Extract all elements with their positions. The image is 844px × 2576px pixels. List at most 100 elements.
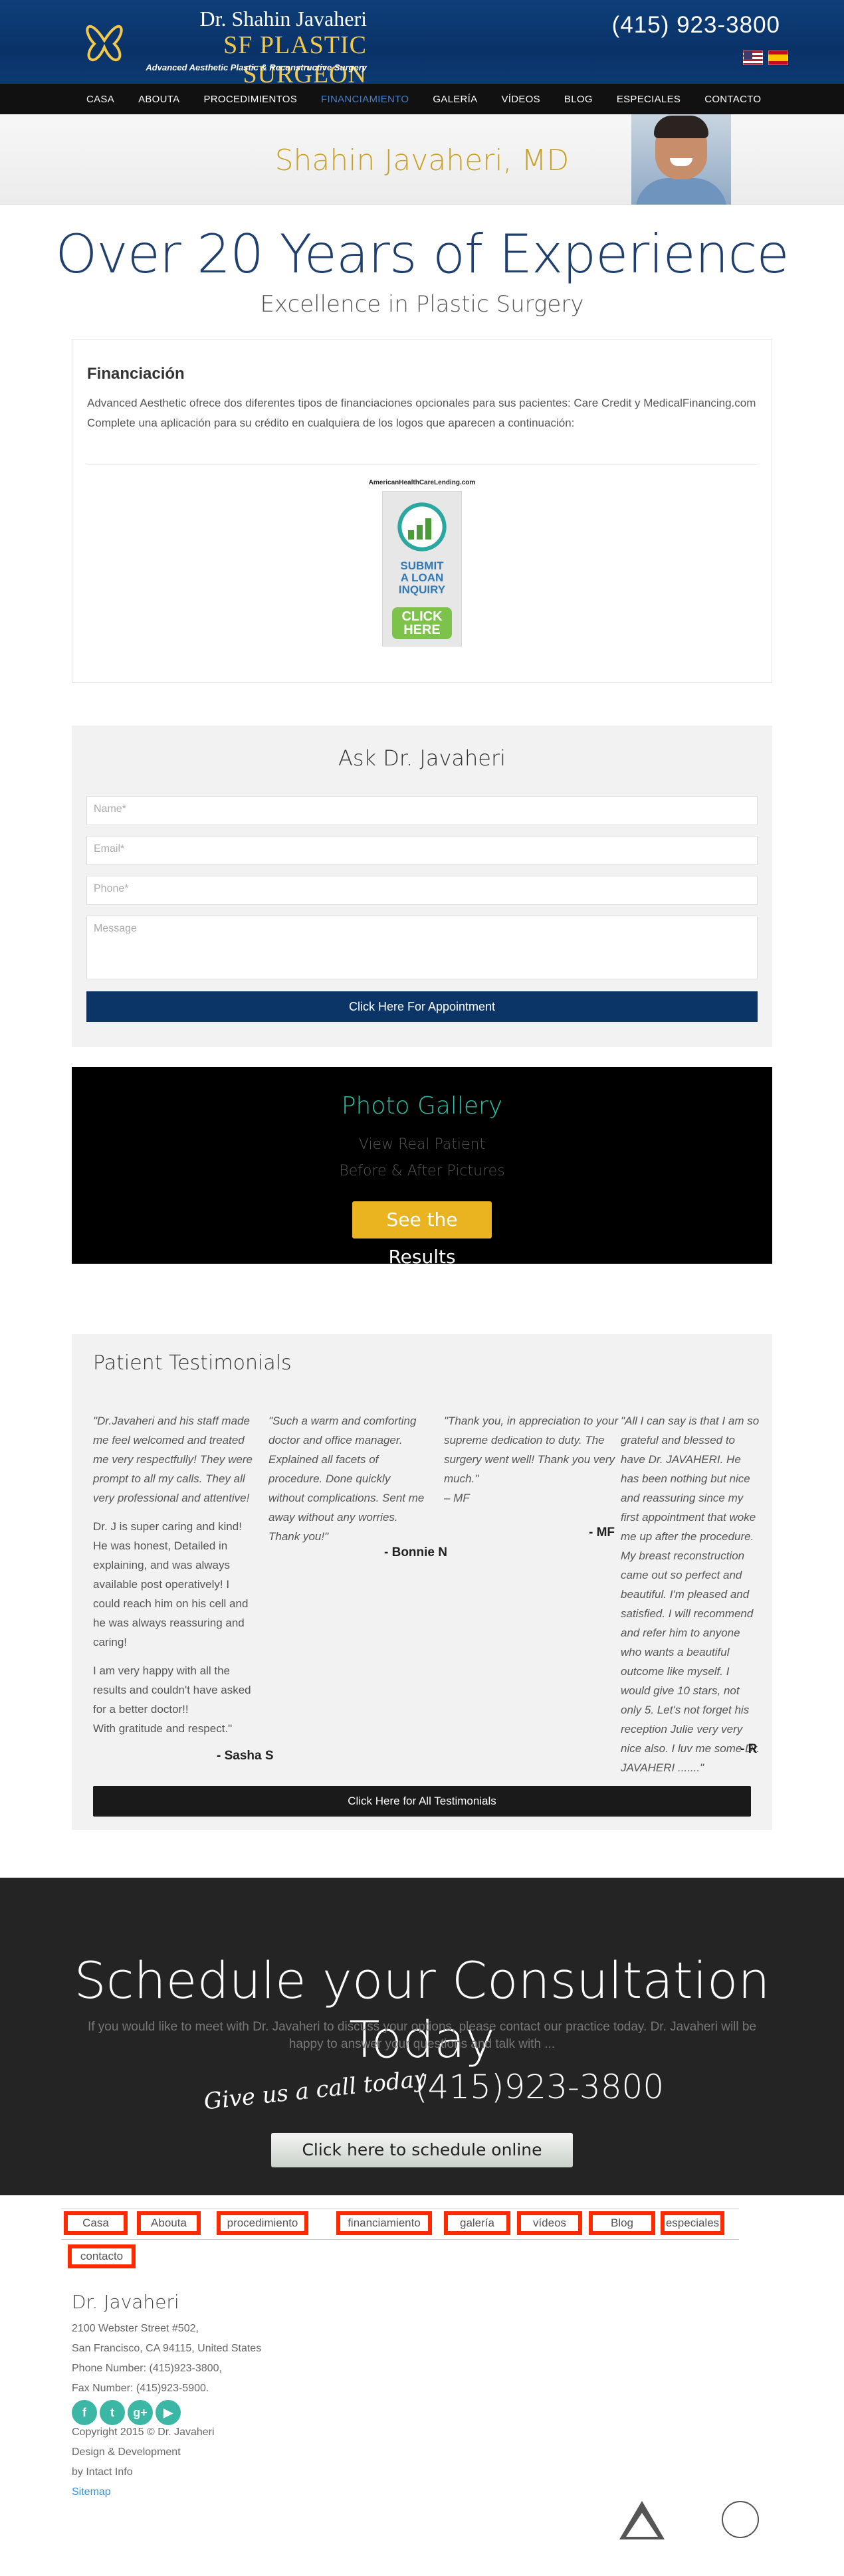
facebook-icon[interactable]: f (72, 2400, 97, 2425)
ask-doctor-form: Ask Dr. Javaheri Name* Email* Phone* Mes… (72, 726, 772, 1047)
site-logo[interactable]: Dr. Shahin Javaheri SF PLASTIC SURGEON A… (81, 4, 373, 88)
footer-link-videos[interactable]: vídeos (517, 2211, 582, 2235)
testimonial-2: "Such a warm and comforting doctor and o… (268, 1411, 428, 1546)
nav-item-especiales[interactable]: ESPECIALES (605, 94, 692, 105)
testimonials-section: Patient Testimonials "Dr.Javaheri and hi… (72, 1334, 772, 1830)
call-today-label: Give us a call today (202, 2065, 428, 2116)
photo-gallery-section: Photo Gallery View Real Patient Before &… (72, 1067, 772, 1268)
phone-field[interactable]: Phone* (86, 876, 758, 905)
american-society-plastic-surgeons-logo (706, 2501, 772, 2561)
nav-item-casa[interactable]: CASA (74, 94, 126, 105)
footer-copyright: Copyright 2015 © Dr. Javaheri (72, 2427, 215, 2438)
nav-item-procedimientos[interactable]: PROCEDIMIENTOS (191, 94, 309, 105)
footer-design-credit[interactable]: by Intact Info (72, 2466, 133, 2478)
footer-link-casa[interactable]: Casa (64, 2211, 128, 2235)
gallery-line-1: View Real Patient (358, 1136, 486, 1153)
schedule-text: If you would like to meet with Dr. Javah… (87, 2020, 757, 2051)
nav-item-galeria[interactable]: GALERÍA (421, 94, 489, 105)
testimonial-4: "All I can say is that I am so grateful … (621, 1411, 760, 1777)
financing-instructions: Complete una aplicación para su crédito … (87, 417, 575, 429)
footer-link-abouta[interactable]: Abouta (137, 2211, 201, 2235)
footer-link-procedimiento[interactable]: procedimiento (217, 2211, 308, 2235)
footer-address-line-2: San Francisco, CA 94115, United States (72, 2343, 262, 2354)
hero-subtitle: Excellence in Plastic Surgery (260, 291, 584, 318)
spain-flag-icon[interactable] (768, 50, 788, 65)
footer-link-especiales[interactable]: especiales (661, 2211, 724, 2235)
schedule-phone[interactable]: (415)923-3800 (415, 2068, 664, 2106)
doctor-photo (631, 114, 731, 205)
logo-tagline: Advanced Aesthetic Plastic & Reconstruct… (146, 62, 367, 72)
site-header: Dr. Shahin Javaheri SF PLASTIC SURGEON A… (0, 0, 844, 88)
loan-click-here-button[interactable]: CLICK HERE (392, 607, 452, 639)
nav-item-videos[interactable]: VÍDEOS (489, 94, 552, 105)
twitter-icon[interactable]: t (100, 2400, 125, 2425)
nav-item-abouta[interactable]: ABOUTA (126, 94, 191, 105)
loan-ad-site: AmericanHealthCareLending.com (368, 479, 476, 486)
nav-item-blog[interactable]: BLOG (552, 94, 605, 105)
nav-item-financiamiento[interactable]: FINANCIAMIENTO (309, 94, 421, 105)
footer-address-line-1: 2100 Webster Street #502, (72, 2323, 199, 2334)
loan-inquiry-ad[interactable]: SUBMIT A LOAN INQUIRY CLICK HERE (382, 491, 462, 646)
testimonial-1-paragraph: I am very happy with all the results and… (93, 1664, 251, 1716)
divider (61, 2239, 739, 2240)
testimonial-3-inline-signature: – MF (444, 1492, 470, 1504)
footer-design-credit: Design & Development (72, 2446, 181, 2458)
footer-link-galeria[interactable]: galería (444, 2211, 510, 2235)
surgeons-association-logo (602, 2501, 669, 2561)
loan-click-label: CLICK (401, 609, 443, 624)
testimonial-2-signature: - Bonnie N (384, 1545, 447, 1559)
testimonial-1-signature: - Sasha S (217, 1749, 274, 1763)
footer-link-blog[interactable]: Blog (589, 2211, 655, 2235)
youtube-icon[interactable]: ▶ (156, 2400, 181, 2425)
testimonial-4-quote: "All I can say is that I am so grateful … (621, 1415, 760, 1774)
footer-link-financiamiento[interactable]: financiamiento (336, 2211, 432, 2235)
financing-section: Financiación Advanced Aesthetic ofrece d… (72, 339, 772, 683)
loan-ad-submit: SUBMIT (400, 559, 444, 572)
testimonial-3-signature: - MF (589, 1526, 615, 1539)
language-flags (743, 50, 788, 65)
nav-item-contacto[interactable]: CONTACTO (692, 94, 773, 105)
testimonial-1-closing: With gratitude and respect." (93, 1722, 233, 1735)
page: Dr. Shahin Javaheri SF PLASTIC SURGEON A… (0, 0, 844, 2576)
schedule-online-button[interactable]: Click here to schedule online (271, 2133, 573, 2167)
footer-fax: Fax Number: (415)923-5900. (72, 2383, 209, 2394)
ask-title: Ask Dr. Javaheri (338, 745, 506, 771)
loan-ad-inquiry: INQUIRY (398, 583, 446, 596)
main-nav: CASA ABOUTA PROCEDIMIENTOS FINANCIAMIENT… (0, 84, 844, 114)
doctor-banner: Shahin Javaheri, MD (0, 114, 844, 205)
social-links: f t g+ ▶ (72, 2400, 181, 2425)
footer-phone: Phone Number: (415)923-3800, (72, 2363, 222, 2374)
us-flag-icon[interactable] (743, 50, 763, 65)
footer-doctor-name: Dr. Javaheri (72, 2291, 179, 2313)
testimonial-3-quote: "Thank you, in appreciation to your supr… (444, 1415, 619, 1485)
divider (87, 464, 757, 465)
all-testimonials-button[interactable]: Click Here for All Testimonials (93, 1786, 751, 1817)
testimonials-title: Patient Testimonials (93, 1351, 292, 1375)
name-field[interactable]: Name* (86, 796, 758, 825)
testimonial-1-paragraph: Dr. J is super caring and kind! He was h… (93, 1520, 249, 1648)
email-field[interactable]: Email* (86, 836, 758, 865)
gallery-title: Photo Gallery (341, 1092, 503, 1120)
testimonial-1-quote: "Dr.Javaheri and his staff made me feel … (93, 1415, 253, 1504)
financing-text: Advanced Aesthetic ofrece dos diferentes… (87, 397, 756, 409)
see-results-button[interactable]: See the Results (352, 1201, 492, 1268)
google-plus-icon[interactable]: g+ (128, 2400, 153, 2425)
gallery-line-2: Before & After Pictures (339, 1163, 505, 1179)
footer-link-contacto[interactable]: contacto (68, 2244, 136, 2268)
footer-sitemap-link[interactable]: Sitemap (72, 2486, 111, 2498)
butterfly-logo-icon (86, 25, 123, 62)
testimonial-4-signature: - R (740, 1742, 758, 1756)
header-phone[interactable]: (415) 923-3800 (612, 12, 780, 39)
financing-title: Financiación (87, 365, 185, 383)
message-field[interactable]: Message (86, 916, 758, 979)
appointment-button[interactable]: Click Here For Appointment (86, 991, 758, 1022)
testimonial-2-quote: "Such a warm and comforting doctor and o… (268, 1415, 425, 1543)
logo-brand: SF PLASTIC SURGEON (223, 31, 367, 88)
testimonial-1: "Dr.Javaheri and his staff made me feel … (93, 1411, 257, 1738)
testimonial-3: "Thank you, in appreciation to your supr… (444, 1411, 621, 1508)
hero-title: Over 20 Years of Experience (55, 223, 789, 285)
loan-ad-a-loan: A LOAN (400, 571, 444, 584)
loan-here-label: HERE (403, 623, 441, 637)
schedule-section: Schedule your Consultation Today If you … (0, 1878, 844, 2195)
logo-doctor-name: Dr. Shahin Javaheri (199, 7, 368, 31)
